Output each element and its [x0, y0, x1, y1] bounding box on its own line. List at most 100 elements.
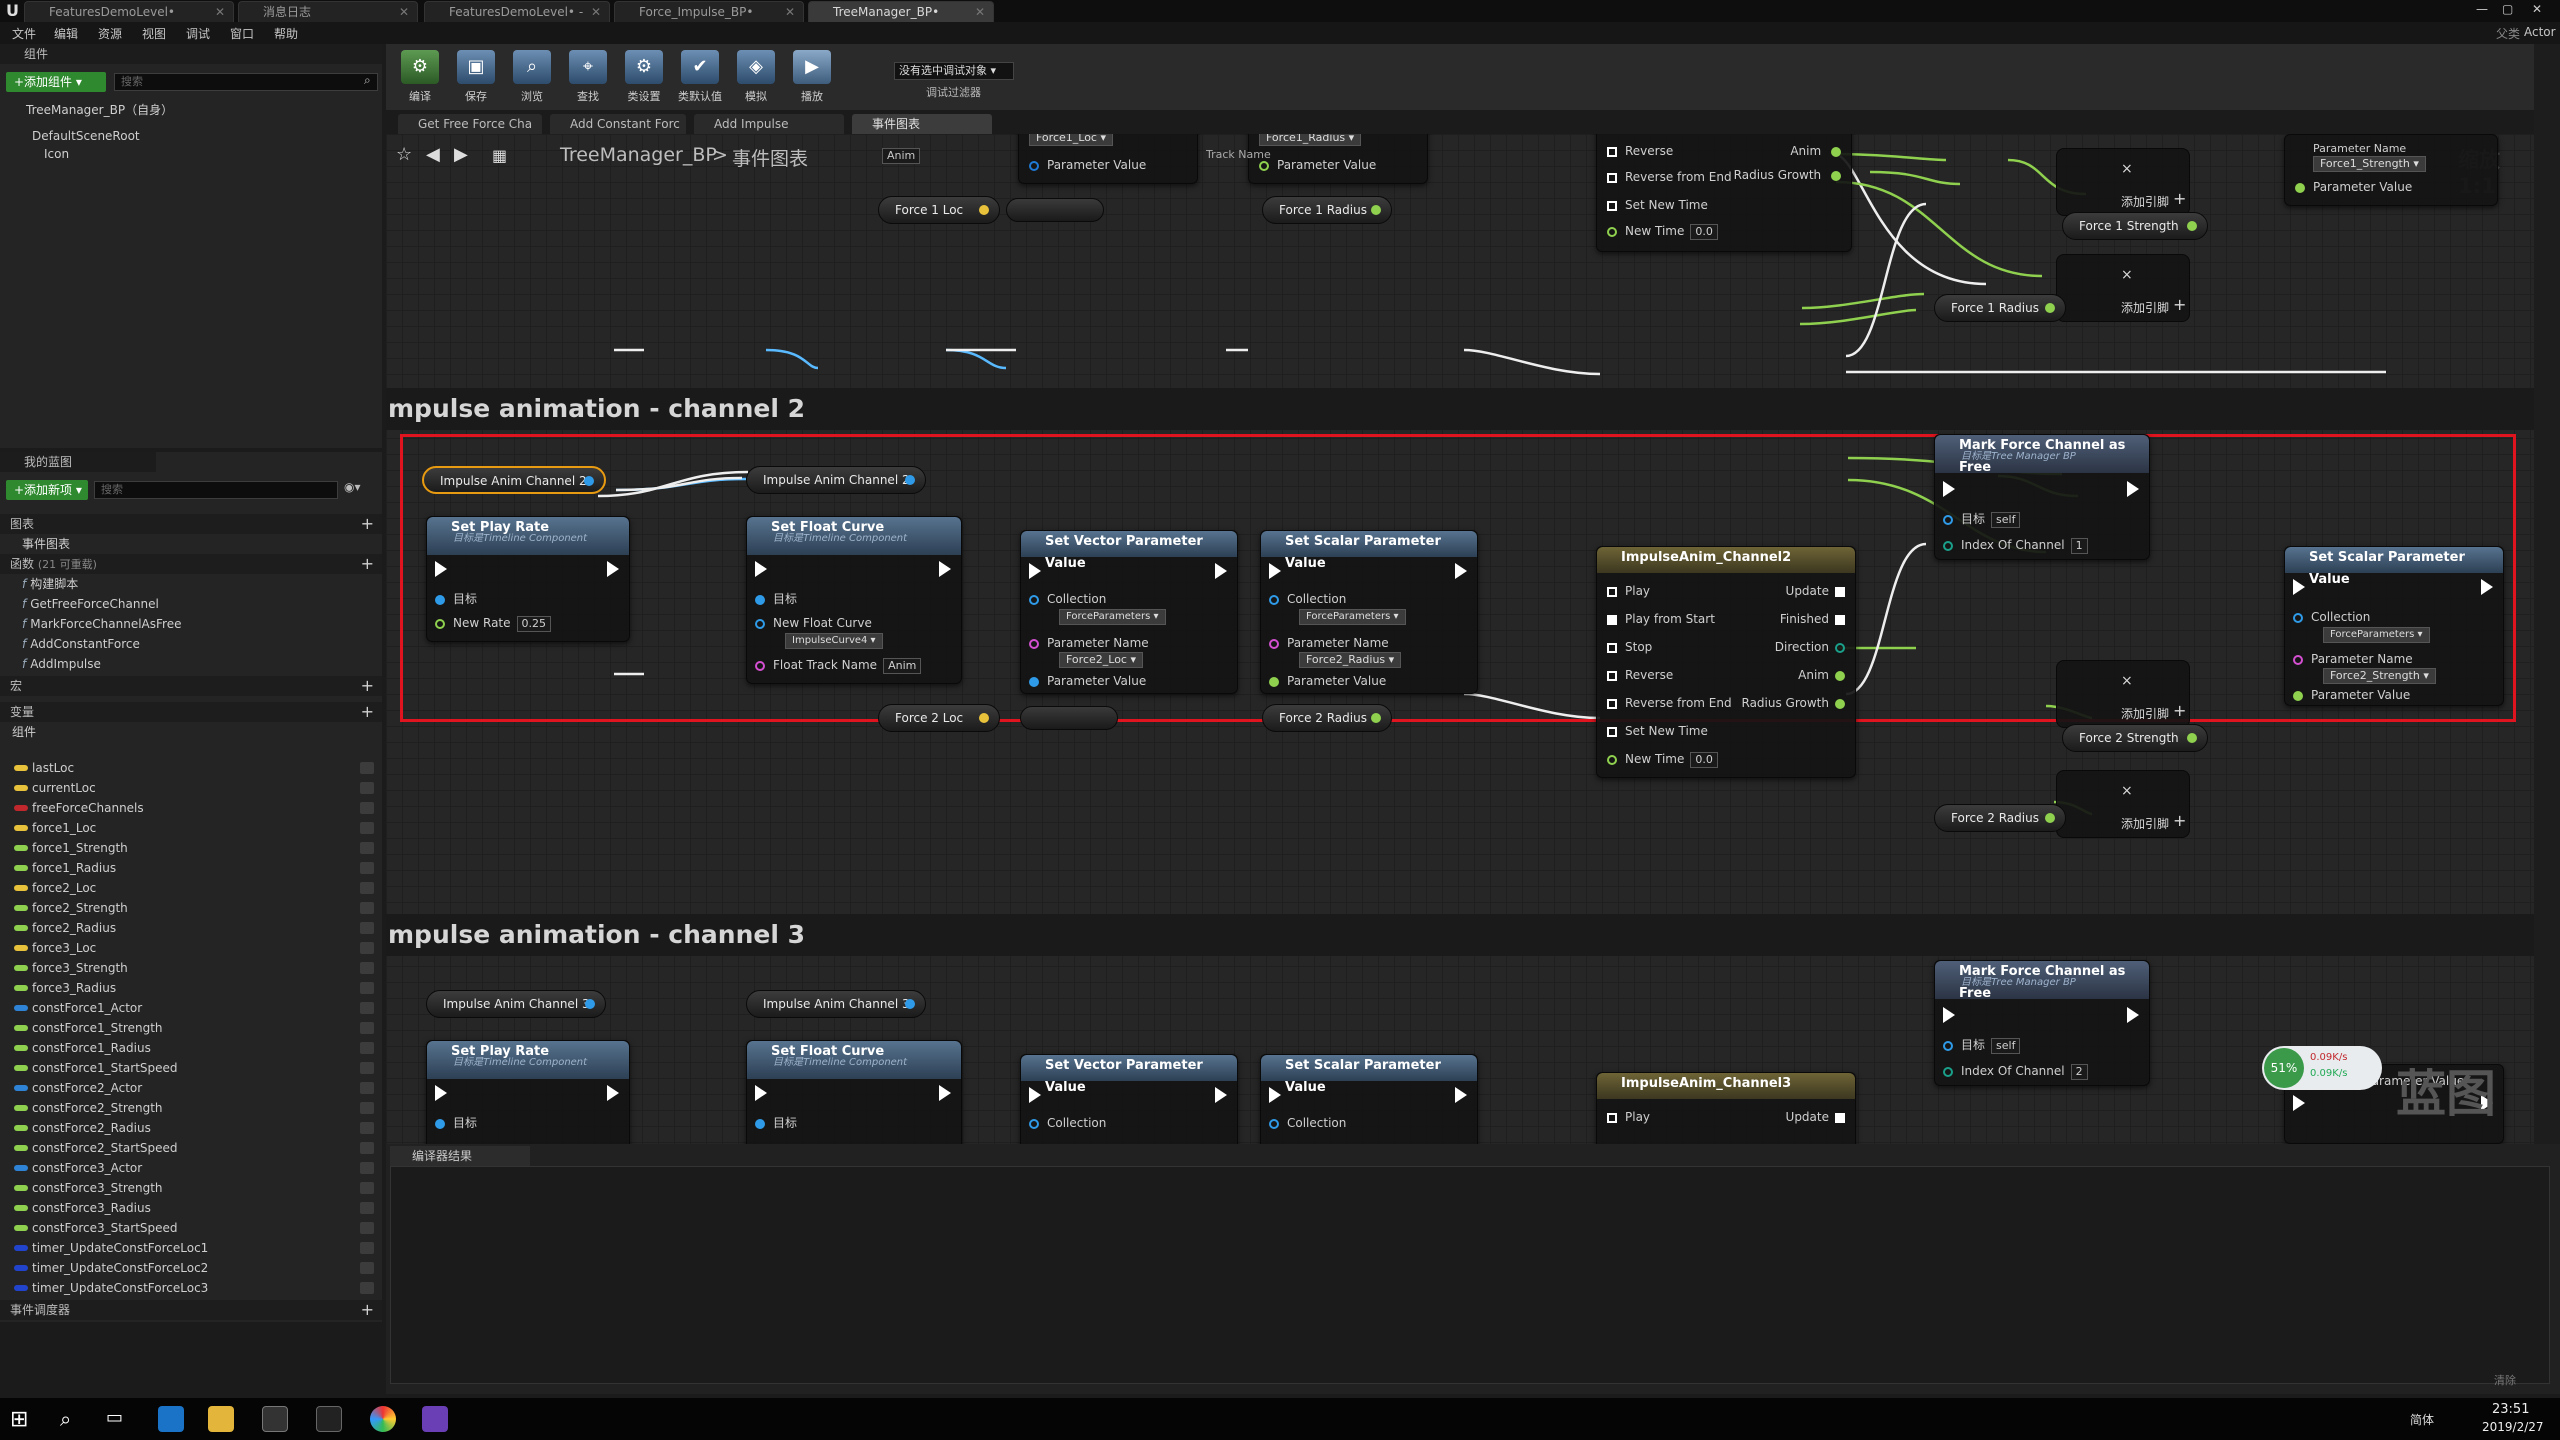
index-value[interactable]: 1 [2070, 538, 2088, 554]
mark-force-channel-free-node-ch3[interactable]: Mark Force Channel as Free 目标是Tree Manage… [1934, 960, 2150, 1086]
get-impulse-anim-channel2-node[interactable]: Impulse Anim Channel 2 [422, 466, 606, 494]
visibility-eye-icon[interactable] [360, 1022, 374, 1034]
pin-icon[interactable] [755, 618, 765, 629]
pin-icon[interactable] [1943, 514, 1953, 525]
variable-item[interactable]: constForce3_Radius [0, 1198, 382, 1218]
param-name-select[interactable]: Force2_Loc ▾ [1059, 652, 1143, 668]
set-scalar-parameter-node-ch3[interactable]: Set Scalar Parameter Value Collection [1260, 1054, 1478, 1144]
blueprint-search-input[interactable]: 搜索 [94, 481, 338, 499]
variable-item[interactable]: currentLoc [0, 778, 382, 798]
add-pin-label[interactable]: 添加引脚 [2121, 815, 2169, 832]
variable-item[interactable]: lastLoc [0, 758, 382, 778]
get-impulse-anim-channel3-node-2[interactable]: Impulse Anim Channel 3 [746, 990, 926, 1018]
kugou-icon[interactable] [158, 1406, 184, 1432]
visibility-eye-icon[interactable] [360, 1102, 374, 1114]
get-force2-loc-node[interactable]: Force 2 Loc [878, 704, 1000, 732]
exec-out-pin-icon[interactable] [2127, 481, 2139, 497]
comment-channel-2[interactable]: mpulse animation - channel 2 [386, 388, 2534, 430]
menu-window[interactable]: 窗口 [230, 25, 254, 42]
set-vector-node-ch1[interactable]: Force1_Loc ▾ Parameter Value [1018, 134, 1198, 184]
param-name-select[interactable]: Force1_Radius ▾ [1259, 134, 1362, 146]
pin-icon[interactable] [1943, 1040, 1953, 1051]
close-icon[interactable]: ✕ [215, 2, 225, 22]
visibility-eye-icon[interactable] [360, 1162, 374, 1174]
exec-in-pin-icon[interactable] [1029, 1087, 1041, 1103]
compile-button[interactable]: ⚙ 编译 [392, 50, 448, 106]
close-icon[interactable]: ✕ [975, 2, 985, 22]
set-scalar-parameter-node[interactable]: Set Scalar Parameter Value Collection Fo… [1260, 530, 1478, 694]
doc-tab-message-log[interactable]: 消息日志 ✕ [238, 1, 418, 22]
visibility-eye-icon[interactable] [360, 1042, 374, 1054]
class-settings-button[interactable]: ⚙ 类设置 [616, 50, 672, 106]
variable-item[interactable]: constForce1_Actor [0, 998, 382, 1018]
debug-object-select[interactable]: 没有选中调试对象 ▾ [894, 62, 1014, 80]
graph-tab-event-graph[interactable]: 事件图表 [852, 114, 992, 134]
index-value[interactable]: 2 [2070, 1064, 2088, 1080]
variable-item[interactable]: constForce3_Actor [0, 1158, 382, 1178]
variable-item[interactable]: constForce1_Strength [0, 1018, 382, 1038]
menu-asset[interactable]: 资源 [98, 25, 122, 42]
variable-item[interactable]: force3_Radius [0, 978, 382, 998]
track-name-value[interactable]: Anim [882, 148, 921, 164]
doc-tab-level[interactable]: FeaturesDemoLevel• ✕ [24, 1, 234, 22]
view-options-icon[interactable]: ◉▾ [344, 480, 361, 494]
close-icon[interactable]: ✕ [785, 2, 795, 22]
macros-section[interactable]: 宏 + [0, 676, 382, 696]
pin-icon[interactable] [1835, 698, 1845, 709]
exec-in-pin-icon[interactable] [2293, 1095, 2305, 1111]
function-item[interactable]: f AddConstantForce [0, 634, 380, 654]
make-vector-node[interactable] [1006, 198, 1104, 222]
exec-out-pin-icon[interactable] [607, 1085, 619, 1101]
multiply-node[interactable]: × 添加引脚 + [2056, 660, 2190, 728]
get-force2-strength-node[interactable]: Force 2 Strength [2062, 724, 2208, 752]
windows-start-icon[interactable]: ⊞ [10, 1407, 28, 1432]
components-group[interactable]: 组件 [0, 722, 380, 742]
doc-tab-level-2[interactable]: FeaturesDemoLevel• - 关...✕ [424, 1, 610, 39]
visibility-eye-icon[interactable] [360, 1262, 374, 1274]
graph-tab-get-free-force[interactable]: Get Free Force Cha [398, 114, 542, 134]
menu-view[interactable]: 视图 [142, 25, 166, 42]
add-function-icon[interactable]: + [361, 554, 374, 574]
window-minimize-icon[interactable]: — [2476, 2, 2488, 16]
visibility-eye-icon[interactable] [360, 1282, 374, 1294]
pin-icon[interactable] [1269, 594, 1279, 605]
pin-icon[interactable] [2295, 182, 2305, 193]
window-maximize-icon[interactable]: ▢ [2502, 2, 2513, 16]
pin-icon[interactable] [1371, 205, 1381, 215]
function-item[interactable]: f 构建脚本 [0, 574, 380, 594]
pin-icon[interactable] [435, 618, 445, 629]
visibility-eye-icon[interactable] [360, 1062, 374, 1074]
visibility-eye-icon[interactable] [360, 842, 374, 854]
exec-out-pin-icon[interactable] [607, 561, 619, 577]
pin-icon[interactable] [755, 594, 765, 605]
variable-item[interactable]: constForce2_Strength [0, 1098, 382, 1118]
pin-icon[interactable] [1029, 676, 1039, 687]
curve-select[interactable]: ImpulseCurve4 ▾ [785, 633, 883, 649]
exec-pin-icon[interactable] [1835, 1112, 1845, 1123]
pin-icon[interactable] [1259, 160, 1269, 171]
set-vector-parameter-node-ch3[interactable]: Set Vector Parameter Value Collection [1020, 1054, 1238, 1144]
clear-button[interactable]: 清除 [2494, 1372, 2516, 1388]
visibility-eye-icon[interactable] [360, 1242, 374, 1254]
pin-icon[interactable] [2293, 654, 2303, 665]
variable-item[interactable]: freeForceChannels [0, 798, 382, 818]
graph-tab-add-constant-force[interactable]: Add Constant Forc [550, 114, 686, 134]
exec-in-pin-icon[interactable] [1029, 563, 1041, 579]
pin-icon[interactable] [1831, 146, 1841, 157]
set-play-rate-node[interactable]: Set Play Rate 目标是Timeline Component 目标 Ne… [426, 516, 630, 642]
visibility-eye-icon[interactable] [360, 782, 374, 794]
exec-pin-icon[interactable] [1607, 1112, 1617, 1123]
pin-icon[interactable] [2045, 813, 2055, 823]
close-icon[interactable]: ✕ [591, 2, 601, 22]
pin-icon[interactable] [2293, 612, 2303, 623]
file-explorer-icon[interactable] [208, 1406, 234, 1432]
variable-item[interactable]: timer_UpdateConstForceLoc1 [0, 1238, 382, 1258]
visibility-eye-icon[interactable] [360, 882, 374, 894]
pin-icon[interactable] [979, 205, 989, 215]
exec-out-pin-icon[interactable] [1215, 1087, 1227, 1103]
add-new-button[interactable]: +添加新项 ▾ [6, 480, 88, 500]
add-pin-icon[interactable]: + [2173, 295, 2186, 314]
pin-icon[interactable] [435, 1118, 445, 1129]
pin-icon[interactable] [2187, 733, 2197, 743]
collection-select[interactable]: ForceParameters ▾ [1059, 609, 1166, 625]
